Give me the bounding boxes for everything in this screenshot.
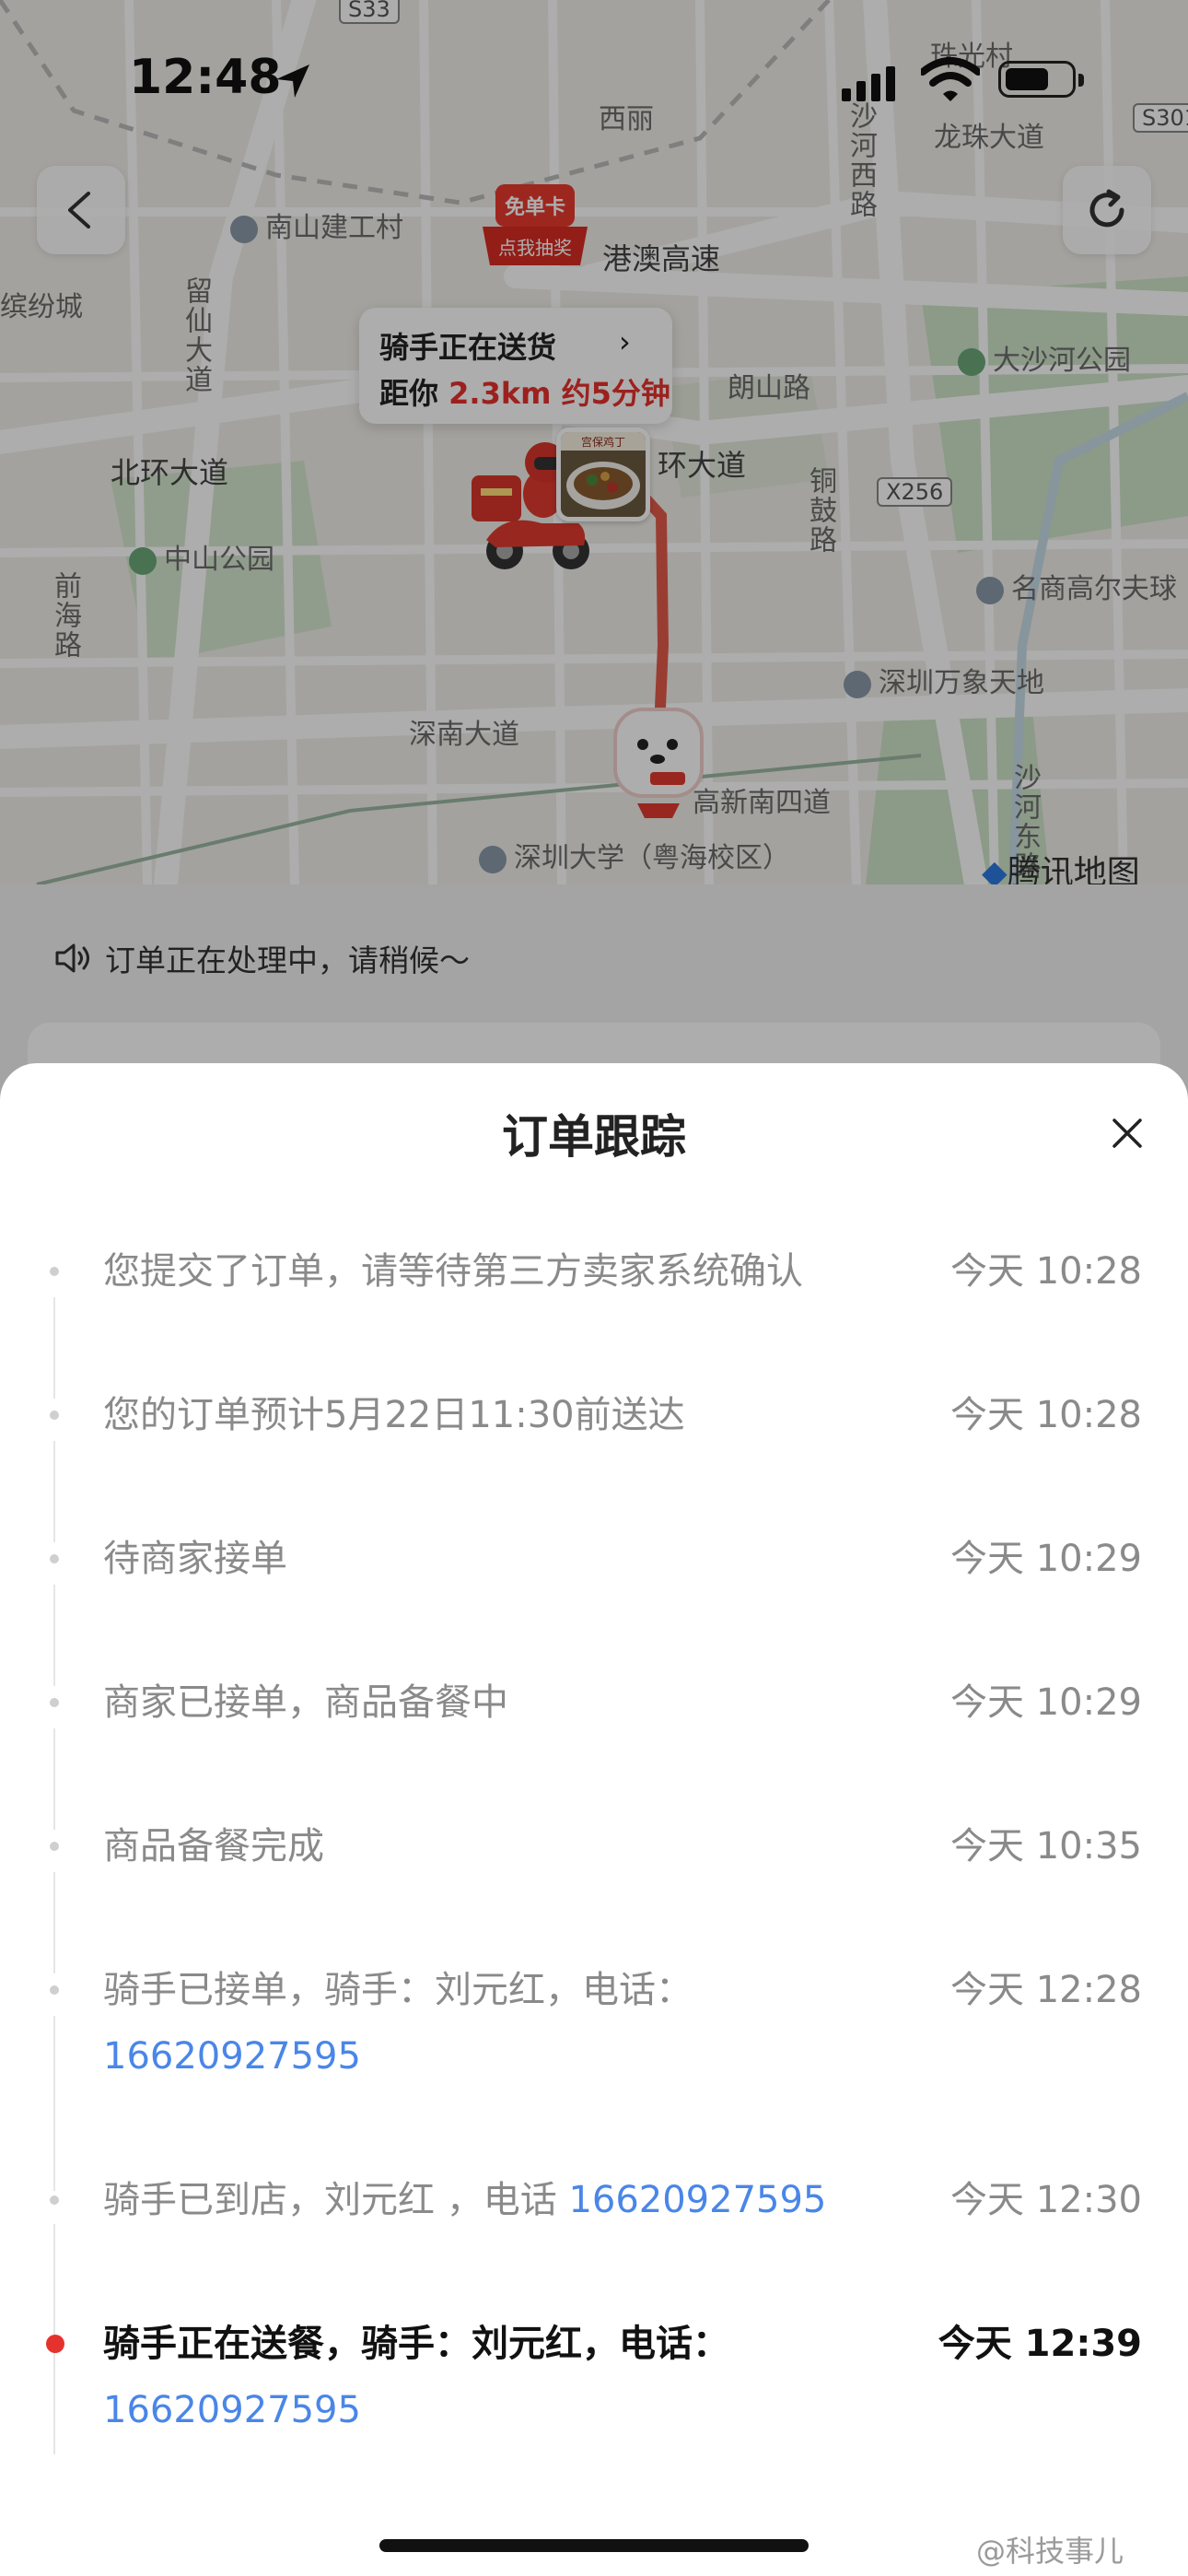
timeline-text: 骑手正在送餐，骑手：刘元红，电话： 16620927595	[103, 2323, 729, 2431]
timeline-connector	[53, 1872, 55, 1973]
sheet-title: 订单跟踪	[502, 1110, 686, 1164]
timeline-dot	[50, 1985, 59, 1995]
timeline-time: 今天 12:39	[938, 2323, 1142, 2365]
timeline-dot	[50, 1554, 59, 1563]
close-icon[interactable]	[1105, 1111, 1149, 1155]
rider-phone-link[interactable]: 16620927595	[103, 2035, 361, 2078]
timeline-dot	[50, 1411, 59, 1420]
watermark: @科技事儿	[976, 2534, 1124, 2569]
timeline-connector	[53, 1585, 55, 1686]
timeline-connector	[53, 1297, 55, 1399]
timeline-connector	[53, 1728, 55, 1830]
rider-phone-link[interactable]: 16620927595	[568, 2179, 826, 2221]
timeline-text: 商家已接单，商品备餐中	[103, 1681, 508, 1724]
timeline-time: 今天 10:29	[950, 1538, 1142, 1580]
timeline-time: 今天 10:35	[950, 1825, 1142, 1868]
timeline-time: 今天 10:29	[950, 1681, 1142, 1724]
timeline-dot	[50, 1842, 59, 1851]
timeline-connector	[53, 1441, 55, 1542]
timeline-dot	[50, 1698, 59, 1707]
timeline-text: 您的订单预计5月22日11:30前送达	[103, 1394, 685, 1436]
timeline-dot	[50, 1267, 59, 1276]
home-indicator[interactable]	[379, 2539, 809, 2552]
order-tracking-sheet: 订单跟踪 您提交了订单，请等待第三方卖家系统确认 今天 10:28 您的订单预计…	[0, 1063, 1188, 2576]
timeline-text: 骑手已到店，刘元红 ，电话 16620927595	[103, 2179, 827, 2221]
timeline-time: 今天 10:28	[950, 1394, 1142, 1436]
timeline-text: 待商家接单	[103, 1538, 287, 1580]
rider-phone-link[interactable]: 16620927595	[103, 2389, 361, 2431]
timeline-time: 今天 12:28	[950, 1969, 1142, 2011]
timeline-text: 骑手已接单，骑手：刘元红，电话： 16620927595	[103, 1969, 693, 2078]
timeline-dot	[50, 2195, 59, 2205]
timeline-time: 今天 12:30	[950, 2179, 1142, 2221]
timeline-dot-active	[46, 2335, 64, 2353]
timeline-text: 商品备餐完成	[103, 1825, 324, 1868]
timeline-connector	[53, 2016, 55, 2191]
timeline-time: 今天 10:28	[950, 1250, 1142, 1293]
timeline-text: 您提交了订单，请等待第三方卖家系统确认	[103, 1250, 803, 1293]
